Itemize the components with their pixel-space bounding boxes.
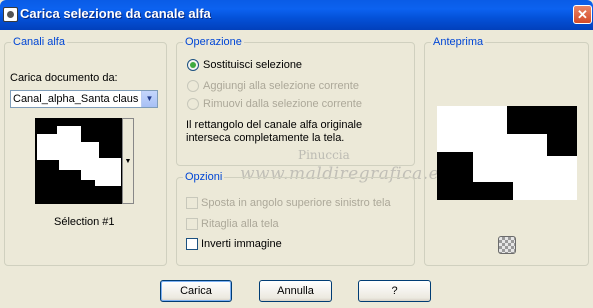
load-button[interactable]: Carica [160,280,232,302]
title-bar: Carica selezione da canale alfa ✕ [0,0,593,30]
move-to-corner-checkbox[interactable] [186,197,198,209]
crop-to-canvas-label[interactable]: Ritaglia alla tela [201,218,279,230]
close-button[interactable]: ✕ [573,5,592,24]
selection-name: Sélection #1 [54,216,115,228]
remove-selection-radio[interactable] [187,98,199,110]
document-select[interactable]: Canal_alpha_Santa claus[2 ▼ [10,90,158,108]
replace-selection-radio[interactable] [187,59,199,71]
operation-info-line1: Il rettangolo del canale alfa originale [186,119,363,131]
add-selection-label[interactable]: Aggiungi alla selezione corrente [203,80,359,92]
help-button[interactable]: ? [358,280,431,302]
preview-graphic [437,106,577,200]
thumbnail-dropdown-arrow[interactable]: ▼ [122,118,134,204]
operation-info-line2: interseca completamente la tela. [186,132,345,144]
document-select-value: Canal_alpha_Santa claus[2 [13,93,138,105]
remove-selection-label[interactable]: Rimuovi dalla selezione corrente [203,98,362,110]
replace-selection-label[interactable]: Sostituisci selezione [203,59,302,71]
watermark-name: Pinuccia [298,148,350,162]
app-icon[interactable] [3,7,18,22]
preview-group-title: Anteprima [431,36,486,48]
add-selection-radio[interactable] [187,80,199,92]
options-group-title: Opzioni [183,171,225,183]
preview-image [437,106,577,200]
move-to-corner-label[interactable]: Sposta in angolo superiore sinistro tela [201,197,391,209]
channel-thumbnail[interactable] [35,118,123,204]
invert-image-checkbox[interactable] [186,238,198,250]
window-title: Carica selezione da canale alfa [20,6,211,21]
operation-group-title: Operazione [183,36,244,48]
cancel-button[interactable]: Annulla [259,280,332,302]
channel-thumbnail-image [37,120,121,202]
crop-to-canvas-checkbox[interactable] [186,218,198,230]
load-document-label: Carica documento da: [10,72,118,84]
invert-image-label[interactable]: Inverti immagine [201,238,282,250]
chevron-down-icon[interactable]: ▼ [141,91,157,107]
channels-group-title: Canali alfa [11,36,67,48]
checkerboard-zoom-icon[interactable] [498,236,516,254]
